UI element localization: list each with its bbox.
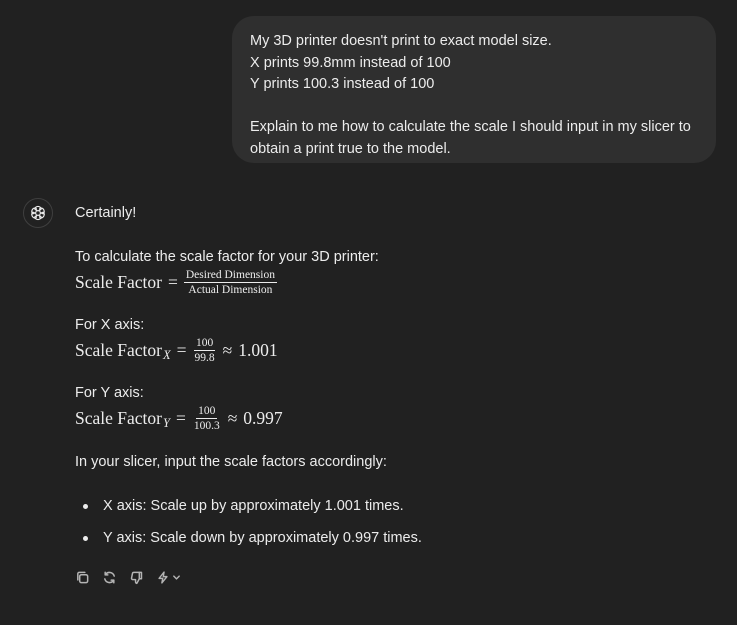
- y-formula-equals: =: [175, 408, 186, 428]
- copy-icon: [77, 571, 89, 584]
- y-formula-lhs: Scale Factor: [75, 408, 162, 428]
- y-formula-fraction: 100 100.3: [192, 405, 222, 432]
- model-switch-button[interactable]: [154, 569, 182, 586]
- scale-bullet-list: X axis: Scale up by approximately 1.001 …: [75, 496, 422, 560]
- x-formula-result: 1.001: [238, 340, 278, 360]
- regenerate-button[interactable]: [100, 569, 119, 586]
- user-message-line: Y prints 100.3 instead of 100: [250, 76, 435, 92]
- chevron-down-icon: [172, 575, 180, 580]
- user-message-line: obtain a print true to the model.: [250, 140, 451, 157]
- thumbs-down-icon: [130, 571, 143, 585]
- x-formula-fraction: 100 99.8: [193, 337, 217, 364]
- formula-equals: =: [167, 272, 178, 292]
- y-axis-heading: For Y axis:: [75, 385, 144, 401]
- y-formula-numerator: 100: [196, 405, 218, 419]
- x-formula-approx: ≈: [222, 340, 233, 360]
- formula-fraction: Desired Dimension Actual Dimension: [183, 269, 277, 296]
- y-formula-result: 0.997: [243, 408, 283, 428]
- x-formula-equals: =: [176, 340, 187, 360]
- model-switch-icon: [157, 571, 168, 584]
- user-message-line: My 3D printer doesn't print to exact mod…: [250, 33, 552, 49]
- formula-denominator: Actual Dimension: [188, 284, 273, 296]
- user-message-line: X prints 99.8mm instead of 100: [250, 54, 451, 71]
- x-formula-denominator: 99.8: [194, 352, 215, 364]
- formula-numerator: Desired Dimension: [183, 269, 277, 283]
- list-item: X axis: Scale up by approximately 1.001 …: [75, 496, 422, 528]
- assistant-intro: To calculate the scale factor for your 3…: [75, 249, 379, 265]
- user-message-line: Explain to me how to calculate the scale…: [250, 119, 691, 135]
- message-actions: [73, 569, 182, 586]
- openai-logo-icon: [31, 205, 45, 221]
- assistant-avatar: [23, 198, 53, 228]
- copy-button[interactable]: [73, 569, 92, 586]
- x-formula-subscript: X: [162, 348, 171, 362]
- assistant-greeting: Certainly!: [75, 205, 137, 221]
- list-item: Y axis: Scale down by approximately 0.99…: [75, 528, 422, 560]
- x-axis-formula: Scale Factor X = 100 99.8 ≈ 1.001: [75, 337, 278, 364]
- user-message-bubble: My 3D printer doesn't print to exact mod…: [232, 16, 716, 163]
- x-formula-numerator: 100: [193, 337, 216, 351]
- y-formula-approx: ≈: [227, 408, 238, 428]
- y-formula-denominator: 100.3: [193, 420, 220, 432]
- y-formula-subscript: Y: [162, 416, 170, 430]
- formula-lhs: Scale Factor: [75, 272, 162, 292]
- thumbs-down-button[interactable]: [127, 569, 146, 586]
- x-formula-lhs: Scale Factor: [75, 340, 162, 360]
- scale-factor-formula: Scale Factor = Desired Dimension Actual …: [75, 269, 277, 296]
- regenerate-icon: [104, 571, 115, 584]
- x-axis-heading: For X axis:: [75, 317, 145, 333]
- slicer-instruction: In your slicer, input the scale factors …: [75, 454, 387, 470]
- y-axis-formula: Scale Factor Y = 100 100.3 ≈ 0.997: [75, 405, 283, 432]
